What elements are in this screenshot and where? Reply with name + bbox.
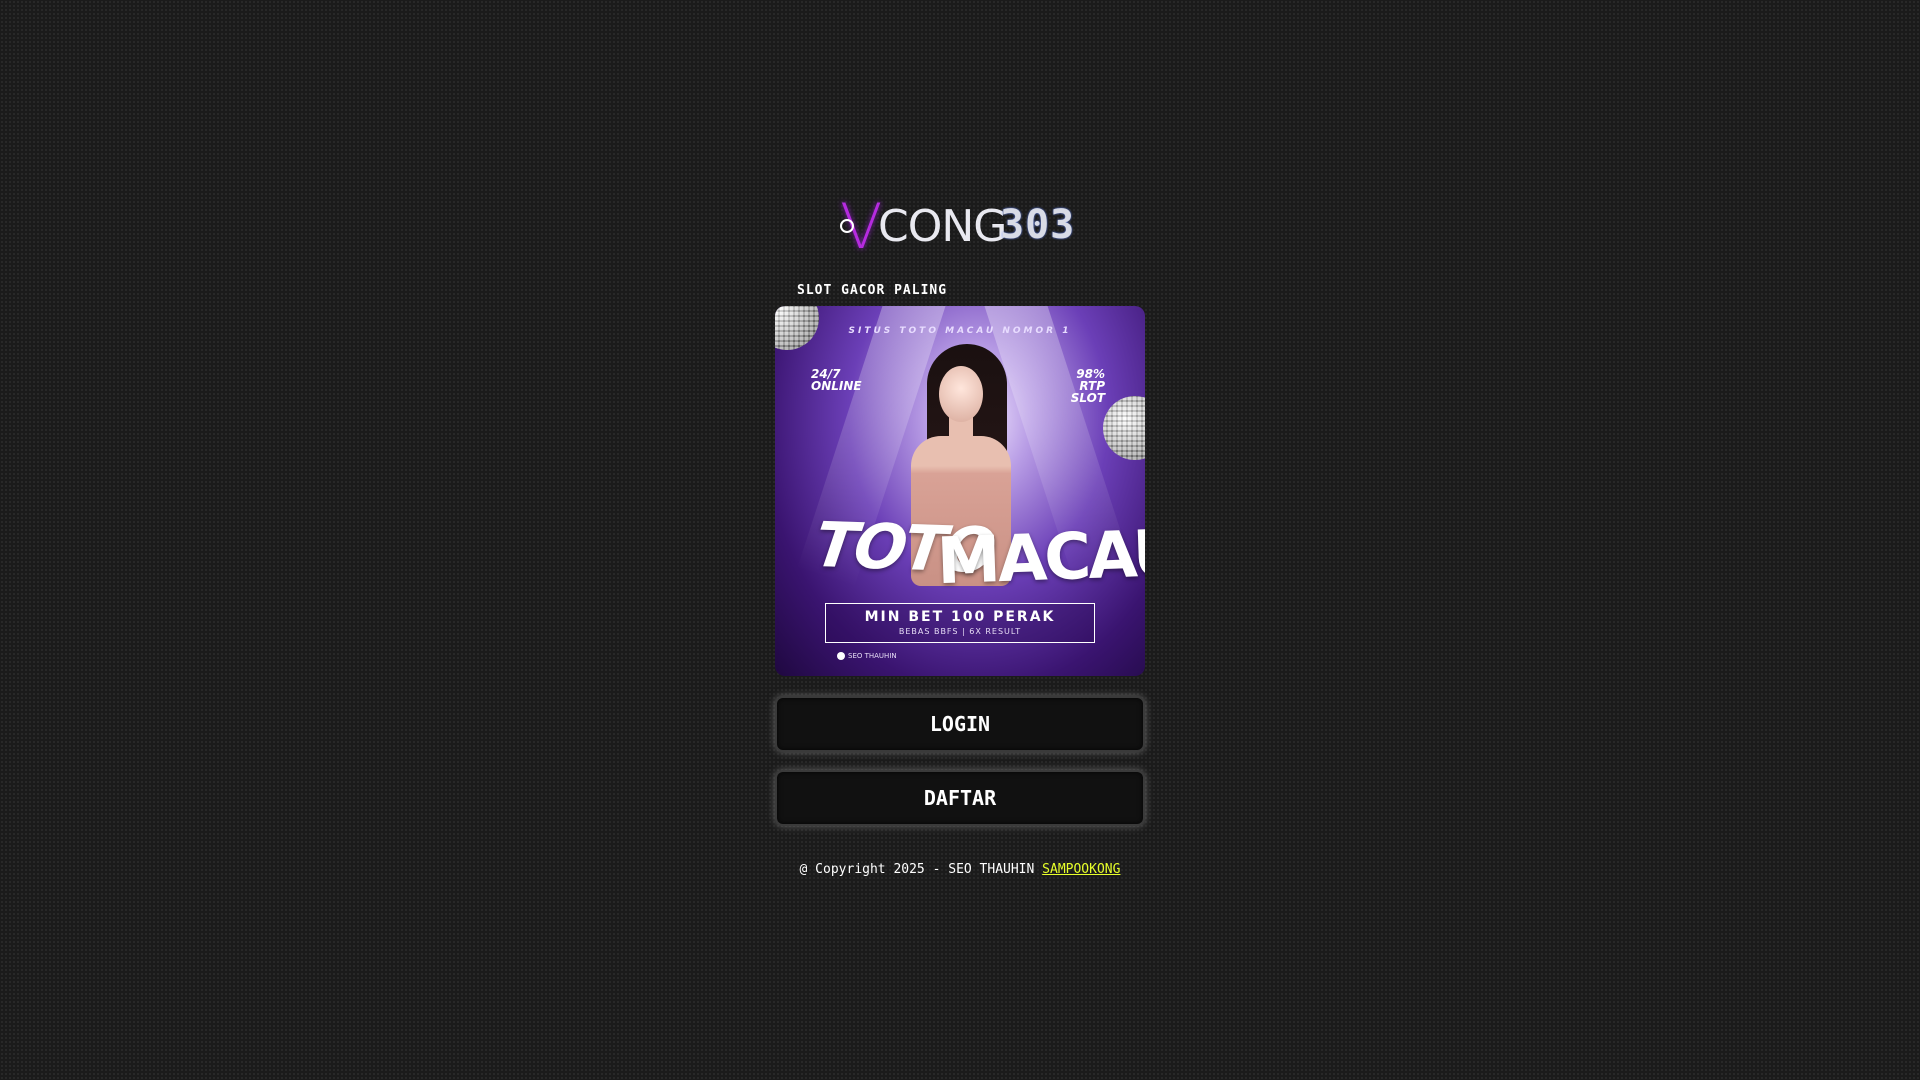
banner-title-macau: MACAU [935,516,1145,600]
min-bet-box: MIN BET 100 PERAK BEBAS BBFS | 6X RESULT [825,603,1095,643]
banner-credit: SEO THAUHIN [837,652,897,660]
promo-banner-image: SITUS TOTO MACAU NOMOR 1 24/7 ONLINE 98%… [775,306,1145,676]
logo-ring-icon [840,219,854,233]
min-bet-subtext: BEBAS BBFS | 6X RESULT [898,627,1022,636]
logo-number: 303 [1000,202,1076,248]
credit-icon [837,652,845,660]
min-bet-text: MIN BET 100 PERAK [864,609,1056,625]
login-button[interactable]: LOGIN [775,696,1145,752]
badge-line: ONLINE [811,379,862,393]
banner-right-badge: 98% RTP SLOT [1071,368,1105,404]
copyright-text: @ Copyright 2025 - SEO THAUHIN [799,862,1035,877]
logo-text: CONG [878,201,1007,252]
badge-line: SLOT [1070,391,1105,405]
register-button[interactable]: DAFTAR [775,770,1145,826]
model-face [939,366,983,422]
banner-top-text: SITUS TOTO MACAU NOMOR 1 [848,326,1072,336]
disco-ball-icon [1103,396,1145,460]
main-container: V CONG 303 SLOT GACOR PALING SITUS TOTO … [775,195,1145,877]
banner-left-badge: 24/7 ONLINE [811,368,862,392]
footer-link[interactable]: SAMPOOKONG [1042,862,1120,877]
tagline: SLOT GACOR PALING [797,283,948,298]
credit-text: SEO THAUHIN [848,652,897,660]
footer: @ Copyright 2025 - SEO THAUHIN SAMPOOKON… [775,862,1145,877]
brand-logo[interactable]: V CONG 303 [840,195,1080,259]
